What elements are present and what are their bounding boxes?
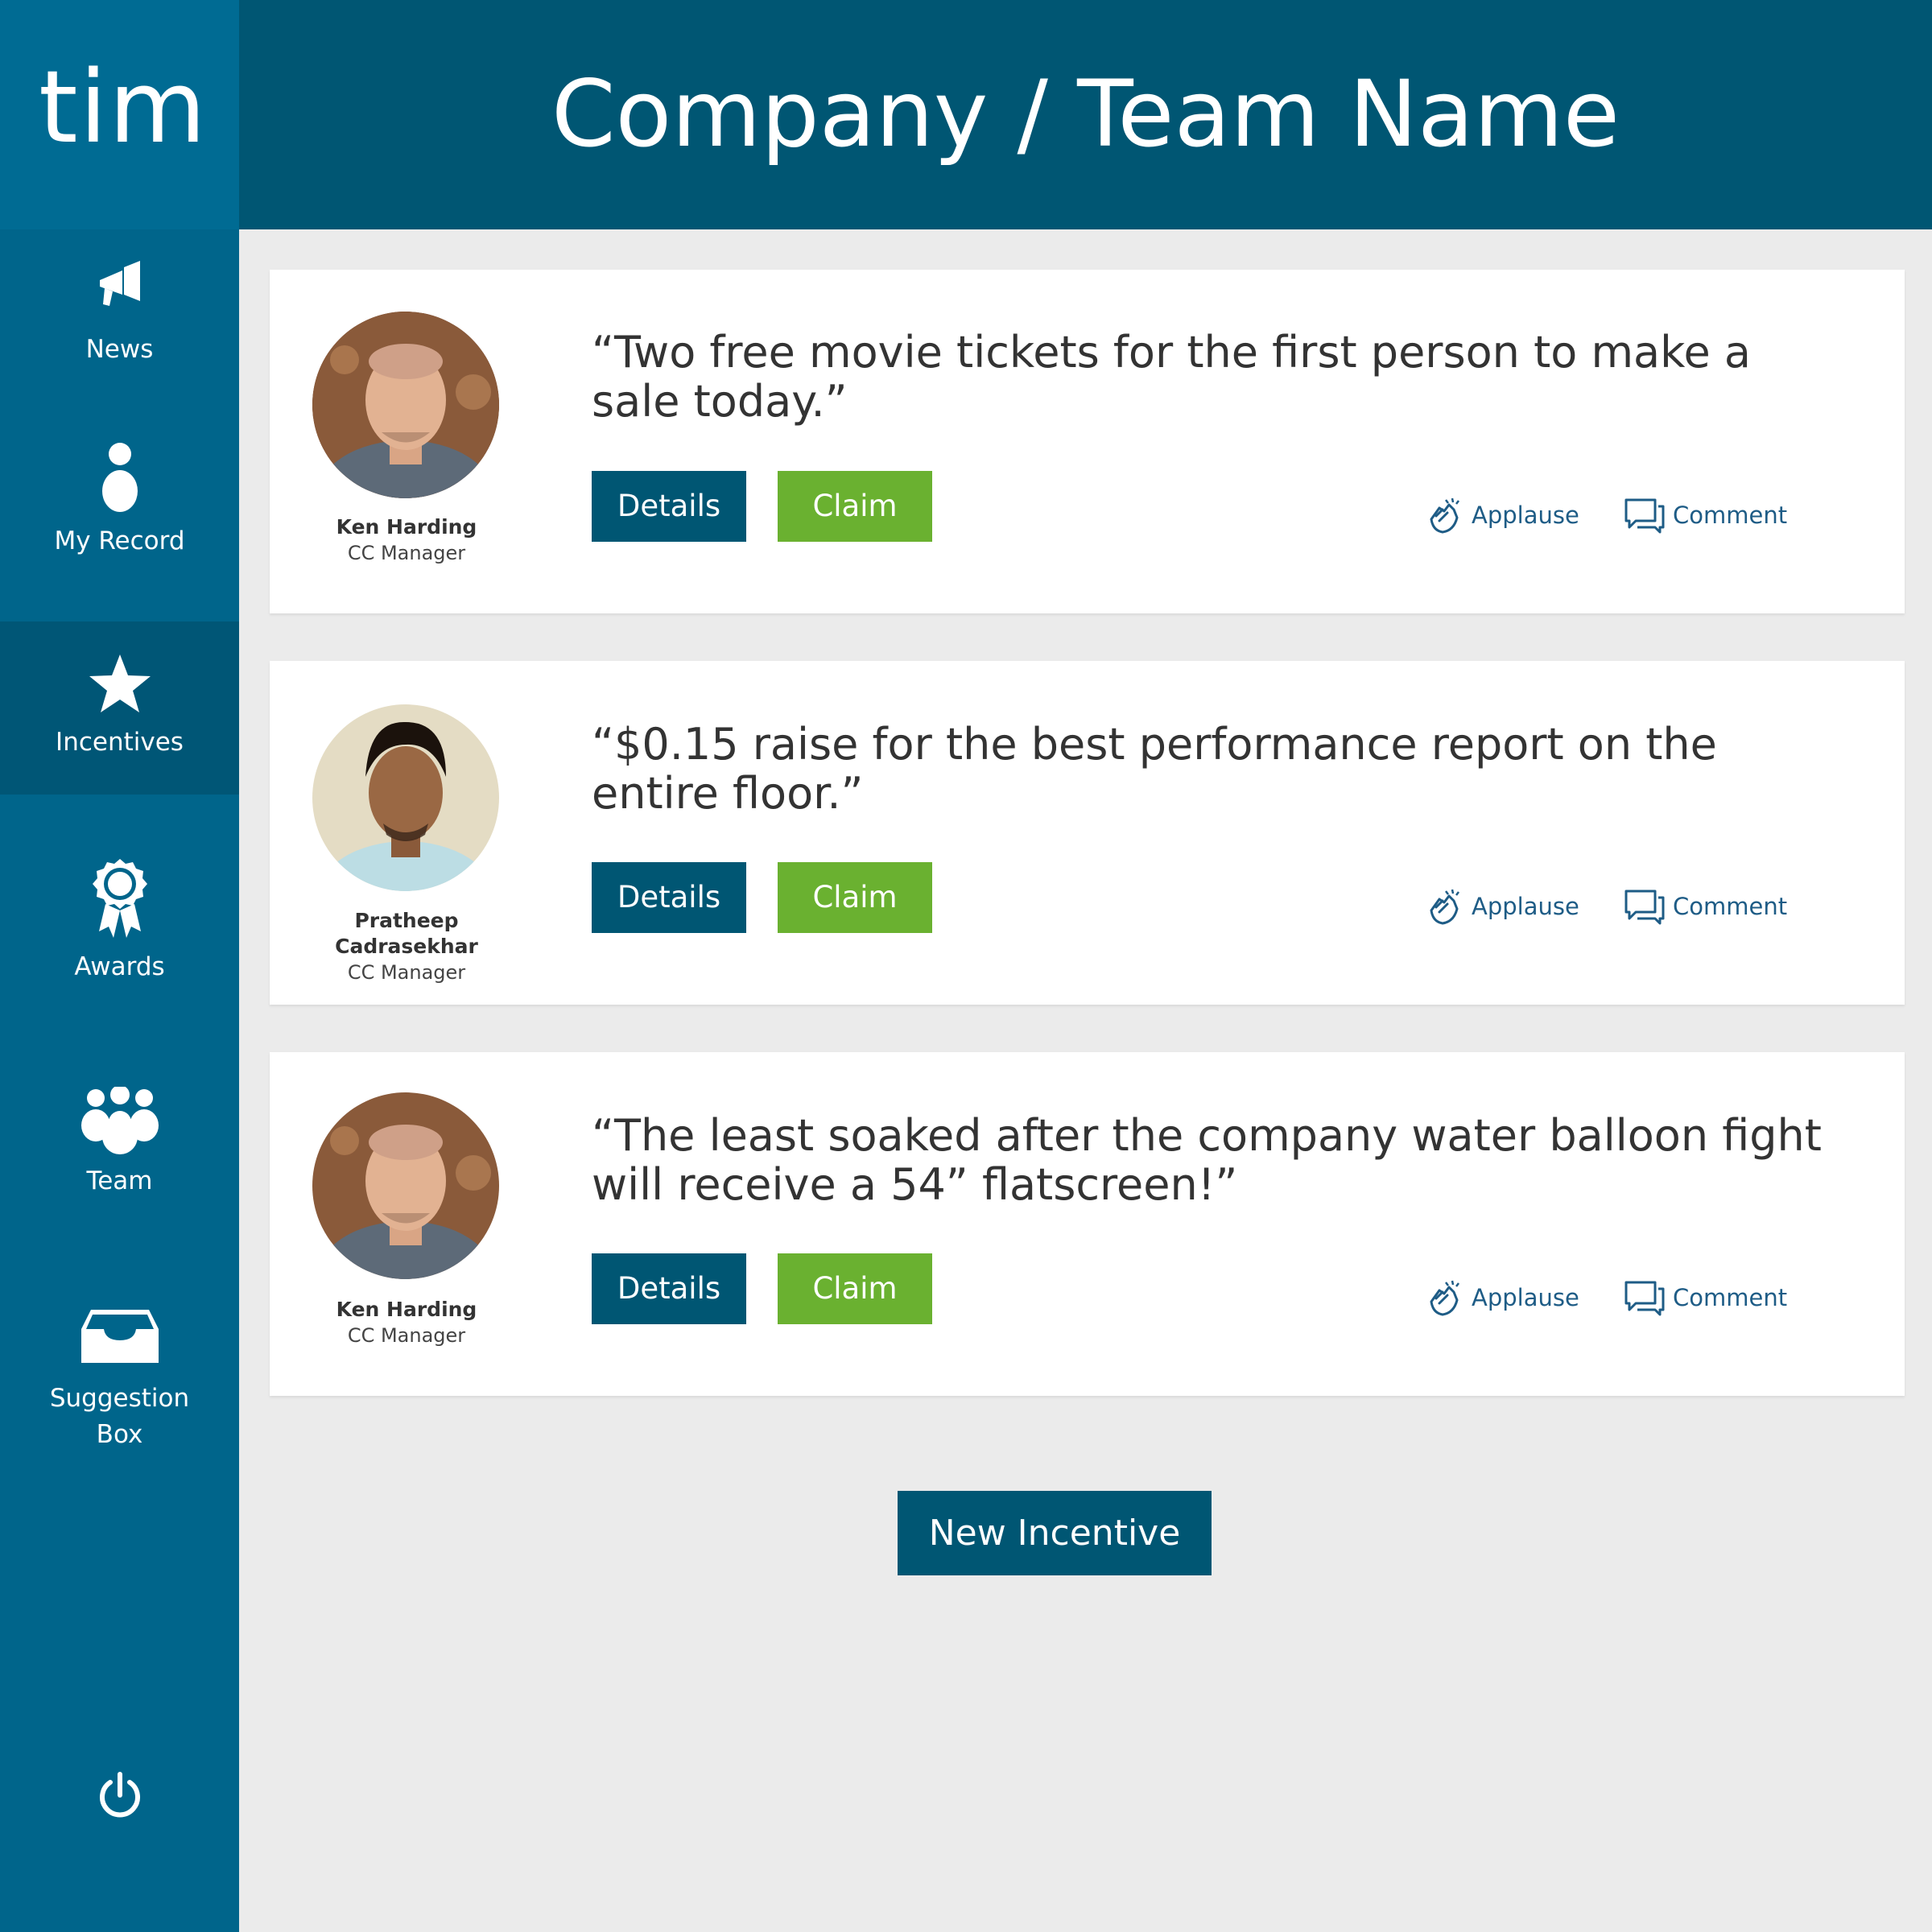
sidebar-item-label: Incentives (56, 728, 184, 757)
avatar (312, 312, 499, 498)
applause-icon (1430, 497, 1459, 534)
person-role: CC Manager (347, 961, 466, 984)
applause-button[interactable]: Applause (1425, 886, 1579, 927)
inbox-icon (80, 1310, 159, 1363)
megaphone-icon (99, 261, 140, 306)
comment-button[interactable]: Comment (1623, 495, 1787, 535)
sidebar-item-label: Suggestion (49, 1384, 190, 1413)
claim-button[interactable]: Claim (778, 862, 932, 933)
comment-label: Comment (1673, 1284, 1788, 1311)
person-icon (101, 443, 138, 512)
avatar (312, 1092, 499, 1279)
applause-label: Applause (1472, 1284, 1579, 1311)
comment-button[interactable]: Comment (1623, 1278, 1787, 1318)
new-incentive-button[interactable]: New Incentive (898, 1491, 1212, 1575)
applause-label: Applause (1472, 502, 1579, 529)
ribbon-icon (92, 859, 147, 938)
sidebar-item-suggestion-box[interactable]: Suggestion Box (0, 1308, 239, 1453)
applause-button[interactable]: Applause (1425, 1278, 1579, 1318)
incentive-quote: “Two free movie tickets for the first pe… (592, 327, 1751, 427)
comment-button[interactable]: Comment (1623, 886, 1787, 927)
incentive-quote: “The least soaked after the company wate… (592, 1110, 1822, 1210)
person-name: Cadrasekhar (335, 935, 478, 958)
incentive-card: Pratheep Cadrasekhar CC Manager “$0.15 r… (270, 661, 1905, 1005)
sidebar-item-label: My Record (54, 526, 185, 555)
person-name: Ken Harding (336, 1298, 477, 1321)
applause-icon (1430, 889, 1459, 925)
person-role: CC Manager (347, 542, 466, 564)
sidebar-item-team[interactable]: Team (0, 1087, 239, 1208)
details-button[interactable]: Details (592, 862, 746, 933)
details-button[interactable]: Details (592, 1253, 746, 1324)
claim-button[interactable]: Claim (778, 1253, 932, 1324)
comment-icon (1624, 890, 1665, 925)
brand-logo[interactable]: tim (0, 0, 239, 229)
applause-button[interactable]: Applause (1425, 495, 1579, 535)
incentive-quote: “$0.15 raise for the best performance re… (592, 719, 1717, 819)
page-title: Company / Team Name (551, 60, 1620, 167)
incentive-card: Ken Harding CC Manager “The least soaked… (270, 1052, 1905, 1396)
sidebar-item-my-record[interactable]: My Record (0, 441, 239, 570)
sidebar-item-news[interactable]: News (0, 258, 239, 378)
person-role: CC Manager (347, 1324, 466, 1347)
comment-icon (1624, 498, 1665, 534)
sidebar-item-label: Box (96, 1420, 143, 1449)
applause-label: Applause (1472, 893, 1579, 920)
avatar (312, 704, 499, 891)
comment-icon (1624, 1281, 1665, 1316)
details-button[interactable]: Details (592, 471, 746, 542)
sidebar-item-label: Team (86, 1166, 153, 1195)
sidebar: tim News My Record Incentives Awards Tea… (0, 0, 239, 1932)
person-name: Ken Harding (336, 515, 477, 539)
brand-text: tim (39, 50, 208, 166)
claim-button[interactable]: Claim (778, 471, 932, 542)
sidebar-item-incentives[interactable]: Incentives (0, 621, 239, 795)
power-button[interactable] (0, 1771, 239, 1819)
sidebar-item-awards[interactable]: Awards (0, 857, 239, 994)
star-icon (89, 654, 151, 712)
power-icon (99, 1772, 140, 1818)
comment-label: Comment (1673, 502, 1788, 529)
person-name: Pratheep (354, 909, 459, 932)
sidebar-item-label: Awards (74, 952, 165, 981)
sidebar-item-label: News (85, 335, 154, 364)
team-icon (80, 1087, 159, 1154)
comment-label: Comment (1673, 893, 1788, 920)
page-header: Company / Team Name (239, 0, 1932, 229)
incentive-card: Ken Harding CC Manager “Two free movie t… (270, 270, 1905, 613)
applause-icon (1430, 1280, 1459, 1316)
